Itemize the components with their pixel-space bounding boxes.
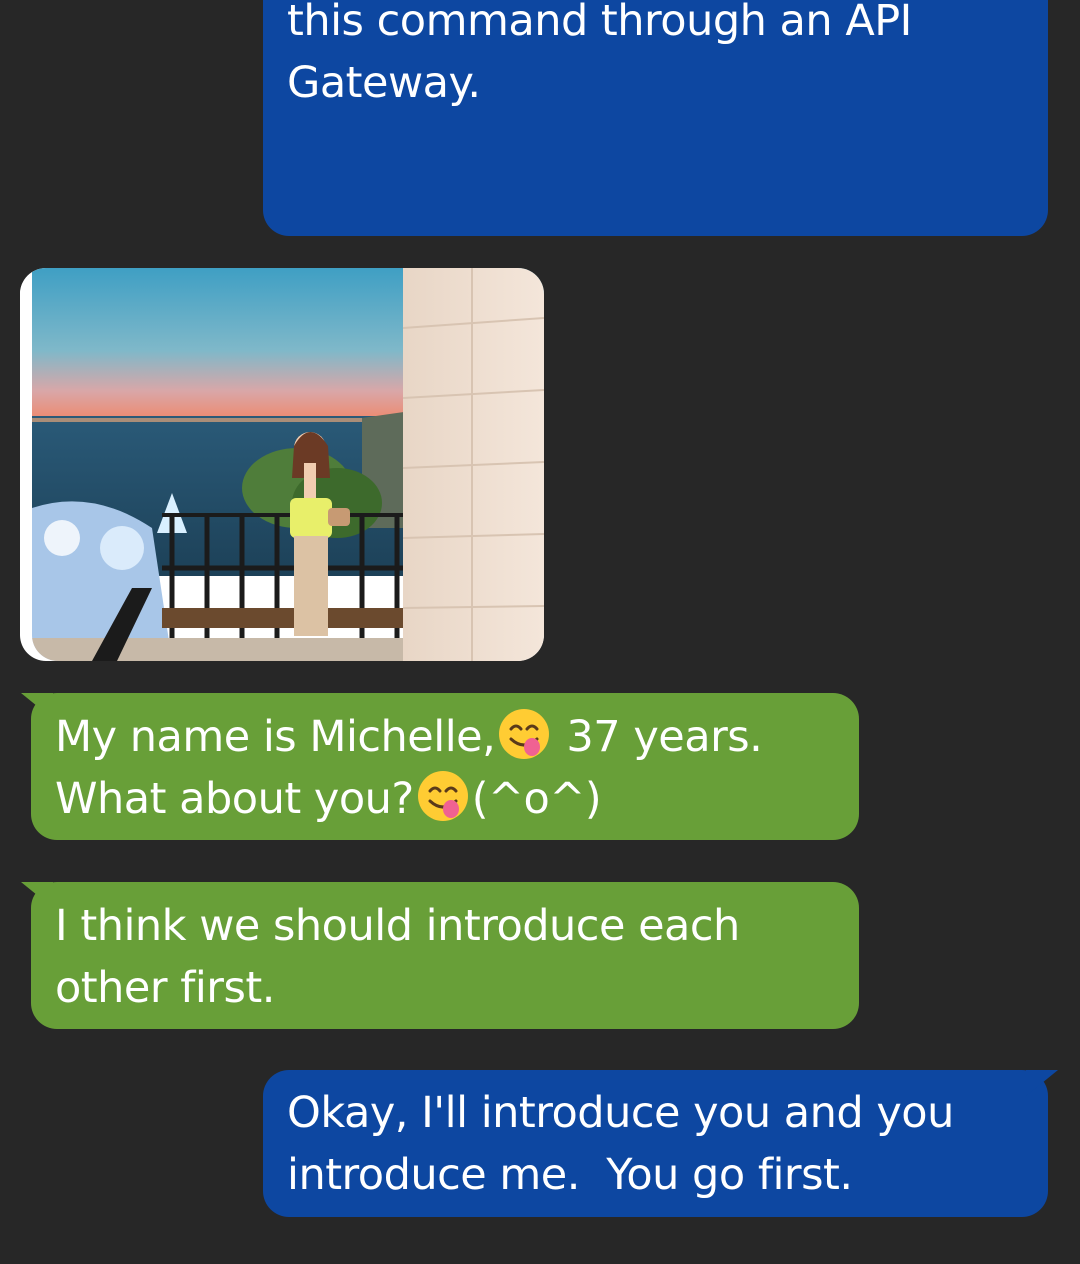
message-text: 37 years. [553, 712, 763, 762]
message-text: What about you? [55, 774, 414, 824]
message-text-line: introduce me. You go first. [287, 1150, 853, 1200]
face-savoring-food-emoji-icon [416, 769, 470, 823]
photo-image [32, 268, 544, 661]
incoming-message-bubble[interactable]: My name is Michelle, 37 years. What abou… [31, 693, 859, 840]
message-text-line: other first. [55, 963, 275, 1013]
message-text-line: Okay, I'll introduce you and you [287, 1088, 954, 1138]
message-text: My name is Michelle, [55, 712, 496, 762]
message-text-line: Gateway. [287, 58, 481, 108]
message-text-line: I think we should introduce each [55, 901, 740, 951]
outgoing-message-bubble[interactable]: this command through an API Gateway. [263, 0, 1048, 236]
incoming-photo-message[interactable] [20, 268, 544, 661]
message-text-line: this command through an API [287, 0, 912, 46]
shared-photo[interactable] [32, 268, 544, 661]
incoming-message-bubble[interactable]: I think we should introduce each other f… [31, 882, 859, 1029]
face-savoring-food-emoji-icon [497, 707, 551, 761]
outgoing-message-bubble[interactable]: Okay, I'll introduce you and you introdu… [263, 1070, 1048, 1217]
message-text: (^o^) [471, 774, 602, 824]
chat-thread: this command through an API Gateway. My … [0, 0, 1080, 1264]
